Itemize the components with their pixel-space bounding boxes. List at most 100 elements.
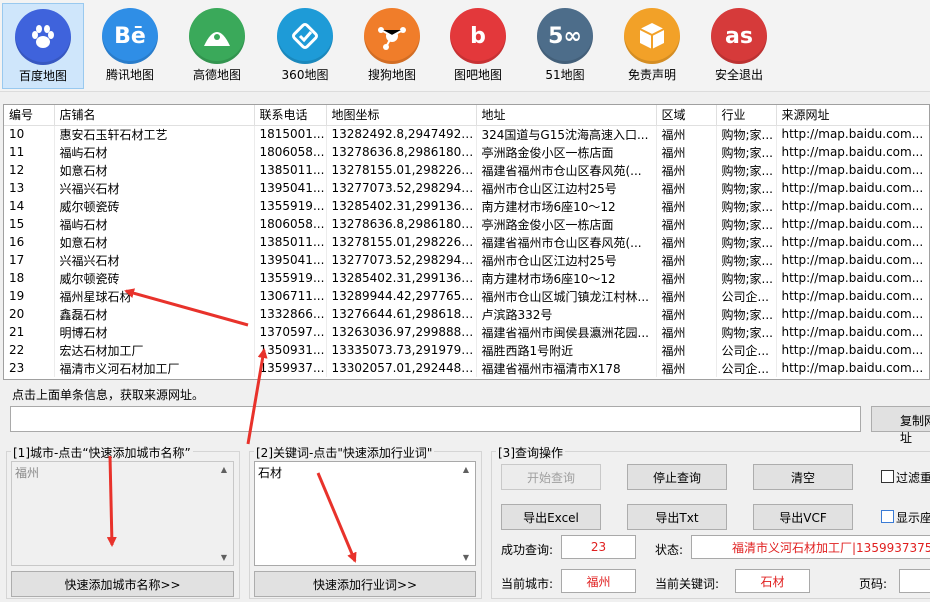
toolbar-item-6[interactable]: b 图吧地图 bbox=[437, 3, 519, 89]
column-header[interactable]: 来源网址 bbox=[776, 105, 929, 126]
filter-duplicates-label: 过滤重复 bbox=[896, 471, 930, 485]
export-vcf-button[interactable]: 导出VCF bbox=[753, 504, 853, 530]
filter-duplicates-checkbox[interactable] bbox=[881, 470, 894, 483]
table-cell: http://map.baidu.com... bbox=[776, 197, 929, 215]
keyword-scrollbar[interactable]: ▲ ▼ bbox=[458, 463, 474, 564]
table-row[interactable]: 15 福屿石材 1806058... 13278636.8,2986180.42 亭洲路… bbox=[4, 215, 929, 233]
table-row[interactable]: 22 宏达石材加工厂 1350931... 13335073.73,2919799..… bbox=[4, 341, 929, 359]
table-cell: http://map.baidu.com... bbox=[776, 323, 929, 341]
table-row[interactable]: 13 兴福兴石材 1395041... 13277073.52,2982945....… bbox=[4, 179, 929, 197]
table-row[interactable]: 17 兴福兴石材 1395041... 13277073.52,2982945....… bbox=[4, 251, 929, 269]
status-value: 福清市义河石材加工厂|13599373750 bbox=[691, 535, 930, 559]
current-keyword-label: 当前关键词: bbox=[655, 577, 720, 591]
table-row[interactable]: 23 福清市义河石材加工厂 1359937... 13302057.01,292448… bbox=[4, 359, 929, 377]
table-row[interactable]: 20 鑫磊石材 1332866... 13276644.61,2986189.... 卢… bbox=[4, 305, 929, 323]
start-query-button[interactable]: 开始查询 bbox=[501, 464, 601, 490]
table-row[interactable]: 19 福州星球石材 1306711... 13289944.42,2977654...… bbox=[4, 287, 929, 305]
city-group: [1]城市-点击“快速添加城市名称” 福州 ▲ ▼ 快速添加城市名称>> bbox=[6, 444, 240, 599]
table-row[interactable]: 16 如意石材 1385011... 13278155.01,2982262.... 福… bbox=[4, 233, 929, 251]
table-header: 编号 店铺名 联系电话 地图坐标 地址 区域 行业 来源网址 bbox=[4, 105, 929, 126]
table-cell: 购物;家... bbox=[716, 305, 777, 323]
table-cell: 23 bbox=[4, 359, 55, 377]
table-cell: 公司企... bbox=[716, 287, 777, 305]
table-cell: 1806058... bbox=[254, 143, 327, 161]
toolbar-item-9[interactable]: as 安全退出 bbox=[698, 3, 780, 89]
keyword-group: [2]关键词-点击"快速添加行业词" 石材 ▲ ▼ 快速添加行业词>> bbox=[249, 444, 482, 599]
toolbar-item-5[interactable]: 搜狗地图 bbox=[351, 3, 433, 89]
results-table: 编号 店铺名 联系电话 地图坐标 地址 区域 行业 来源网址 10 惠安石玉轩石材工艺 18150… bbox=[4, 105, 929, 377]
table-row[interactable]: 12 如意石材 1385011... 13278155.01,2982262.... 福… bbox=[4, 161, 929, 179]
table-cell: 福州 bbox=[656, 323, 717, 341]
table-cell: 1370597... bbox=[254, 323, 327, 341]
toolbar-item-4[interactable]: 360地图 bbox=[264, 3, 346, 89]
column-header[interactable]: 行业 bbox=[716, 105, 777, 126]
scroll-down-icon[interactable]: ▼ bbox=[216, 553, 232, 562]
toolbar-item-7[interactable]: 5∞ 51地图 bbox=[524, 3, 606, 89]
table-cell: 22 bbox=[4, 341, 55, 359]
toolbar-item-label: 百度地图 bbox=[18, 69, 67, 83]
check-layers-icon bbox=[277, 8, 333, 64]
table-row[interactable]: 11 福屿石材 1806058... 13278636.8,2986180.42 亭洲路… bbox=[4, 143, 929, 161]
export-excel-button[interactable]: 导出Excel bbox=[501, 504, 601, 530]
scroll-up-icon[interactable]: ▲ bbox=[216, 465, 232, 474]
b-icon: b bbox=[450, 8, 506, 64]
table-cell: 购物;家... bbox=[716, 125, 777, 143]
table-cell: 1350931... bbox=[254, 341, 327, 359]
stop-query-button[interactable]: 停止查询 bbox=[627, 464, 727, 490]
copy-url-button[interactable]: 复制网址 bbox=[871, 406, 930, 445]
export-txt-button[interactable]: 导出Txt bbox=[627, 504, 727, 530]
toolbar-item-8[interactable]: 免责声明 bbox=[611, 3, 693, 89]
table-cell: 1306711... bbox=[254, 287, 327, 305]
table-cell: 17 bbox=[4, 251, 55, 269]
table-cell: 13263036.97,2998882.... bbox=[326, 323, 477, 341]
column-header[interactable]: 编号 bbox=[4, 105, 55, 126]
source-url-field[interactable] bbox=[10, 406, 861, 432]
map-source-toolbar: 百度地图 Bē 腾讯地图 高德地图 360地图 搜狗地图 b 图吧地图 5∞ 51地图 免责声明 as… bbox=[0, 0, 930, 92]
toolbar-item-label: 免责声明 bbox=[627, 68, 676, 82]
table-cell: 1395041... bbox=[254, 251, 327, 269]
table-cell: 福州 bbox=[656, 233, 717, 251]
behance-icon: Bē bbox=[102, 8, 158, 64]
keyword-value: 石材 bbox=[258, 466, 283, 480]
hint-text: 点击上面单条信息，获取来源网址。 bbox=[12, 388, 205, 402]
city-scrollbar[interactable]: ▲ ▼ bbox=[216, 463, 232, 564]
table-cell: 福州 bbox=[656, 179, 717, 197]
table-row[interactable]: 18 威尔顿瓷砖 1355919... 13285402.31,2991367....… bbox=[4, 269, 929, 287]
toolbar-item-2[interactable]: Bē 腾讯地图 bbox=[89, 3, 171, 89]
clear-button[interactable]: 清空 bbox=[753, 464, 853, 490]
results-grid[interactable]: 编号 店铺名 联系电话 地图坐标 地址 区域 行业 来源网址 10 惠安石玉轩石材工艺 18150… bbox=[3, 104, 930, 380]
table-cell: 1359937... bbox=[254, 359, 327, 377]
table-cell: http://map.baidu.com... bbox=[776, 305, 929, 323]
city-textarea[interactable]: 福州 ▲ ▼ bbox=[11, 461, 234, 566]
column-header[interactable]: 店铺名 bbox=[54, 105, 255, 126]
table-row[interactable]: 14 威尔顿瓷砖 1355919... 13285402.31,2991367....… bbox=[4, 197, 929, 215]
table-cell: 18 bbox=[4, 269, 55, 287]
toolbar-item-label: 高德地图 bbox=[192, 68, 241, 82]
column-header[interactable]: 区域 bbox=[656, 105, 717, 126]
table-cell: 福屿石材 bbox=[54, 215, 255, 233]
table-cell: http://map.baidu.com... bbox=[776, 161, 929, 179]
toolbar-item-1[interactable]: 百度地图 bbox=[2, 3, 84, 89]
table-cell: 福州 bbox=[656, 269, 717, 287]
toolbar-item-label: 腾讯地图 bbox=[105, 68, 154, 82]
table-cell: 公司企... bbox=[716, 341, 777, 359]
table-cell: 如意石材 bbox=[54, 233, 255, 251]
show-landline-checkbox[interactable] bbox=[881, 510, 894, 523]
keyword-textarea[interactable]: 石材 ▲ ▼ bbox=[254, 461, 476, 566]
table-row[interactable]: 10 惠安石玉轩石材工艺 1815001... 13282492.8,2947492.… bbox=[4, 125, 929, 143]
add-keyword-button[interactable]: 快速添加行业词>> bbox=[254, 571, 476, 597]
table-cell: 卢滨路332号 bbox=[476, 305, 657, 323]
table-cell: 13278636.8,2986180.42 bbox=[326, 215, 477, 233]
table-row[interactable]: 21 明博石材 1370597... 13263036.97,2998882.... 福… bbox=[4, 323, 929, 341]
scroll-down-icon[interactable]: ▼ bbox=[458, 553, 474, 562]
column-header[interactable]: 地图坐标 bbox=[326, 105, 477, 126]
table-cell: 10 bbox=[4, 125, 55, 143]
scroll-up-icon[interactable]: ▲ bbox=[458, 465, 474, 474]
table-cell: 购物;家... bbox=[716, 143, 777, 161]
column-header[interactable]: 地址 bbox=[476, 105, 657, 126]
table-cell: http://map.baidu.com... bbox=[776, 179, 929, 197]
toolbar-item-3[interactable]: 高德地图 bbox=[176, 3, 258, 89]
add-city-button[interactable]: 快速添加城市名称>> bbox=[11, 571, 234, 597]
column-header[interactable]: 联系电话 bbox=[254, 105, 327, 126]
fivehundred-icon: 5∞ bbox=[537, 8, 593, 64]
